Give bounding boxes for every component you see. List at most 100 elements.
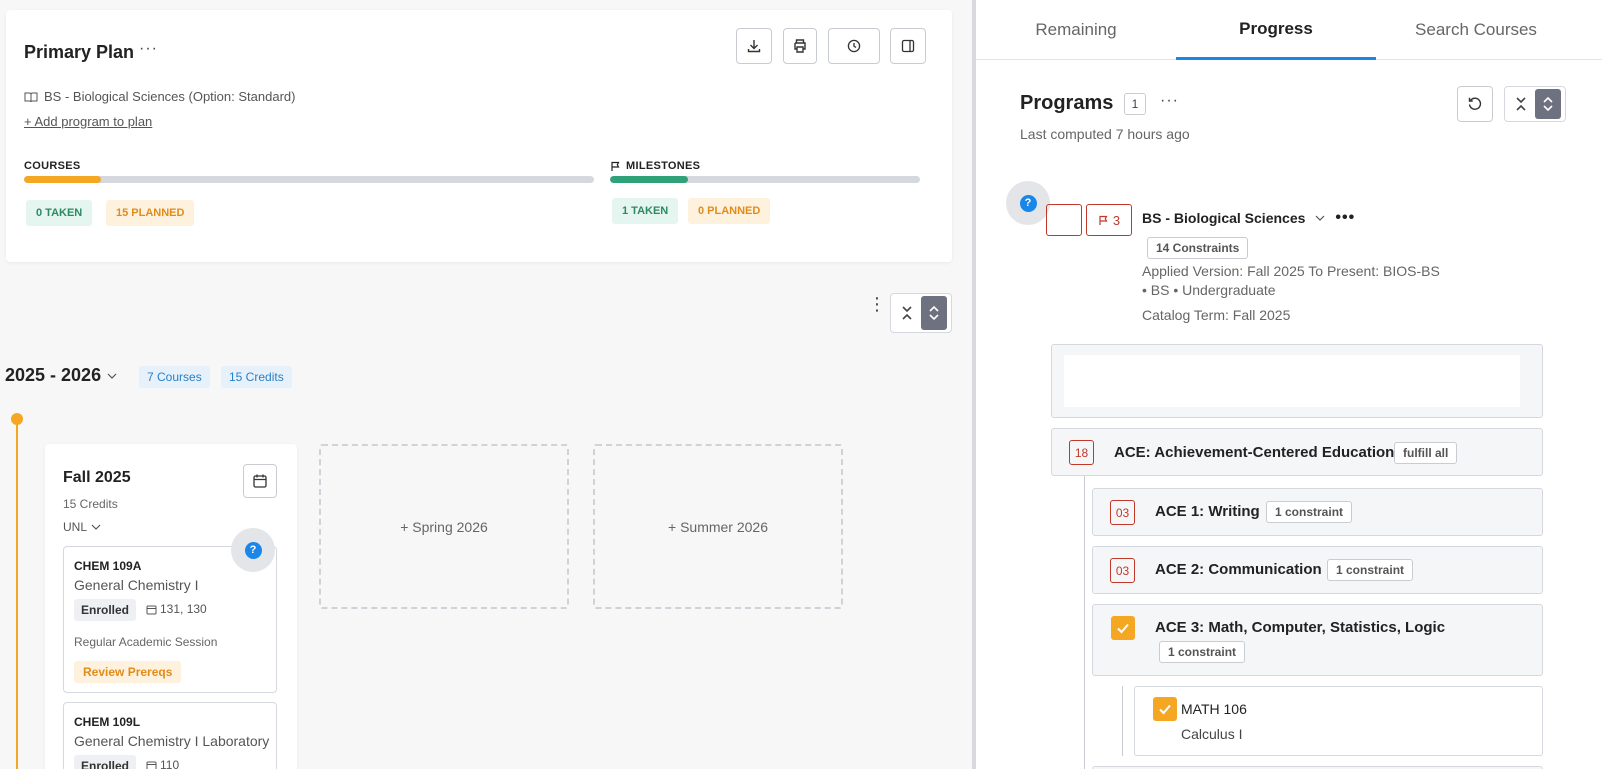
requirement-complete-check (1111, 616, 1135, 640)
program-milestones-badge[interactable]: 3 (1086, 204, 1132, 236)
term-school-select[interactable]: UNL (63, 520, 101, 534)
year-courses-badge: 7 Courses (139, 366, 210, 388)
term-calendar-button[interactable] (243, 464, 277, 498)
collapse-icon[interactable] (893, 296, 921, 330)
course-req-name: Calculus I (1181, 726, 1243, 742)
course-complete-check (1153, 697, 1177, 721)
tab-bar: Remaining Progress Search Courses (976, 0, 1602, 60)
requirement-title: ACE 2: Communication (1155, 561, 1322, 578)
collapse-expand-control[interactable] (890, 293, 952, 333)
book-icon (24, 92, 38, 102)
term-title: Fall 2025 (63, 469, 131, 486)
download-icon (747, 40, 761, 53)
programs-title: Programs (1020, 92, 1114, 114)
year-title[interactable]: 2025 - 2026 (5, 365, 117, 386)
add-term-spring-2026[interactable]: + Spring 2026 (319, 444, 569, 609)
collapse-icon[interactable] (1507, 89, 1535, 119)
programs-more-button[interactable]: ··· (1160, 92, 1179, 110)
tab-progress[interactable]: Progress (1176, 0, 1376, 60)
sidebar-icon (901, 39, 915, 53)
program-placeholder-inner (1064, 355, 1520, 407)
course-requirement-row[interactable]: MATH 106 Calculus I (1134, 686, 1543, 756)
course-room: 110 (146, 758, 179, 769)
plan-program-label: BS - Biological Sciences (Option: Standa… (44, 89, 296, 104)
refresh-icon (1468, 97, 1482, 110)
requirement-rule-badge: 1 constraint (1327, 559, 1414, 581)
requirement-count-badge: 18 (1069, 440, 1094, 465)
requirement-rule-badge: 1 constraint (1159, 641, 1246, 663)
print-button[interactable] (783, 28, 817, 64)
expand-icon[interactable] (921, 296, 947, 330)
calendar-icon (146, 761, 157, 769)
check-icon (1159, 704, 1171, 715)
courses-planned-badge: 15 PLANNED (106, 200, 195, 226)
program-version: Applied Version: Fall 2025 To Present: B… (1142, 263, 1440, 298)
plan-more-button[interactable]: ··· (139, 40, 158, 58)
year-credits-badge: 15 Credits (221, 366, 292, 388)
term-credits: 15 Credits (63, 497, 118, 511)
course-name: General Chemistry I (74, 577, 199, 593)
courses-label: COURSES (24, 160, 81, 172)
plan-title: Primary Plan (24, 42, 135, 62)
program-placeholder-box (1051, 344, 1543, 418)
chevron-down-icon (91, 524, 101, 530)
milestones-taken-badge: 1 TAKEN (612, 198, 679, 224)
requirement-row[interactable]: 03 ACE 2: Communication 1 constraint (1092, 546, 1543, 594)
milestones-progress-bar (610, 176, 920, 183)
program-more-icon[interactable]: ••• (1335, 209, 1355, 227)
course-name: General Chemistry I Laboratory (74, 733, 270, 749)
plan-pane: Primary Plan ··· BS - Biological Science… (0, 0, 972, 769)
tree-guide-line (1084, 476, 1085, 769)
timeline-line (16, 418, 18, 769)
tab-remaining[interactable]: Remaining (976, 0, 1176, 60)
progress-pane: Remaining Progress Search Courses Progra… (976, 0, 1602, 769)
plan-program: BS - Biological Sciences (Option: Standa… (24, 89, 295, 104)
calendar-icon (146, 605, 157, 614)
download-button[interactable] (736, 28, 772, 64)
last-computed-text: Last computed 7 hours ago (1020, 126, 1190, 142)
help-badge[interactable]: ? (231, 528, 275, 572)
requirement-title: ACE 3: Math, Computer, Statistics, Logic (1155, 619, 1446, 636)
requirement-title: ACE: Achievement-Centered Education (1114, 444, 1395, 461)
courses-progress-bar (24, 176, 594, 183)
calendar-icon (253, 474, 267, 488)
course-status-badge: Enrolled (74, 755, 137, 769)
requirement-row[interactable]: ACE 3: Math, Computer, Statistics, Logic… (1092, 604, 1543, 676)
program-constraints-badge: 14 Constraints (1147, 237, 1249, 259)
review-prereqs-button[interactable]: Review Prereqs (74, 661, 182, 683)
requirement-row[interactable]: 18 ACE: Achievement-Centered Education f… (1051, 428, 1543, 476)
milestones-label: MILESTONES (610, 160, 700, 172)
tab-search-courses[interactable]: Search Courses (1376, 0, 1576, 60)
add-program-link[interactable]: + Add program to plan (24, 114, 152, 129)
courses-taken-badge: 0 TAKEN (26, 200, 93, 226)
chevron-down-icon (1315, 215, 1325, 221)
course-room: 131, 130 (146, 602, 207, 616)
course-card[interactable]: CHEM 109L General Chemistry I Laboratory… (63, 702, 277, 769)
timeline-dot (11, 413, 23, 425)
course-code: CHEM 109L (74, 715, 141, 729)
program-status-box (1046, 204, 1082, 236)
expand-icon[interactable] (1535, 89, 1561, 119)
program-name[interactable]: BS - Biological Sciences ••• (1142, 209, 1355, 227)
tree-guide-line (1122, 686, 1123, 756)
course-status-badge: Enrolled (74, 599, 137, 621)
help-icon: ? (1019, 194, 1037, 212)
toggle-sidebar-button[interactable] (890, 28, 926, 64)
refresh-button[interactable] (1457, 86, 1493, 122)
history-button[interactable] (828, 28, 880, 64)
help-badge[interactable]: ? (1006, 181, 1050, 225)
clock-icon (847, 39, 861, 53)
chevron-down-icon (107, 373, 117, 379)
program-catalog-term: Catalog Term: Fall 2025 (1142, 307, 1291, 323)
requirement-row[interactable]: 03 ACE 1: Writing 1 constraint (1092, 488, 1543, 536)
timeline-more-button[interactable]: ⋮ (868, 295, 886, 313)
check-icon (1117, 623, 1129, 634)
add-term-summer-2026[interactable]: + Summer 2026 (593, 444, 843, 609)
programs-count-badge: 1 (1124, 93, 1146, 115)
collapse-expand-control[interactable] (1504, 86, 1566, 122)
requirement-rule-badge: fulfill all (1394, 442, 1458, 464)
requirement-count-badge: 03 (1110, 500, 1135, 525)
flag-icon (1099, 215, 1108, 225)
course-session: Regular Academic Session (74, 635, 218, 649)
requirement-count-badge: 03 (1110, 558, 1135, 583)
